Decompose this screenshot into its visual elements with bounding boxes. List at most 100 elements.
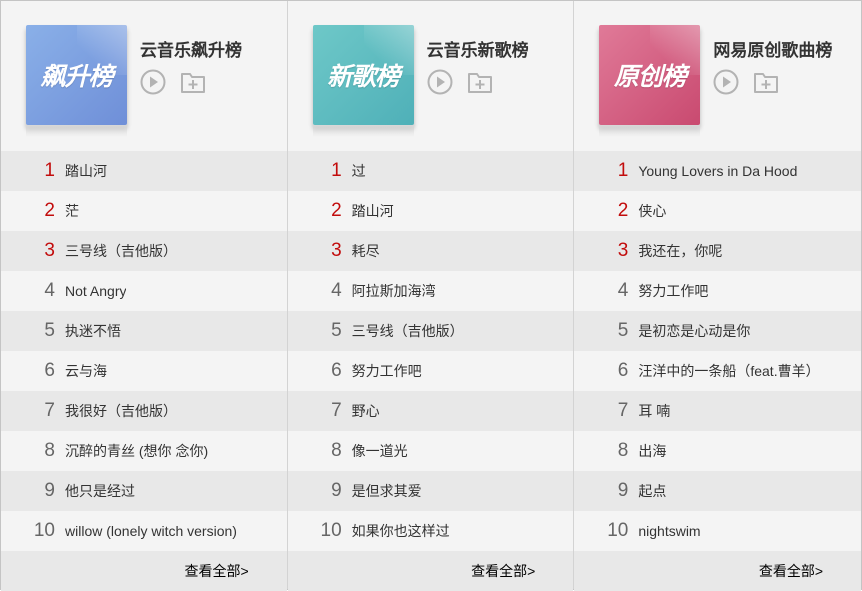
rank-number: 2 (331, 200, 342, 221)
song-row: 2 侠心 (574, 191, 862, 231)
rank-number: 10 (607, 520, 629, 541)
song-title[interactable]: 他只是经过 (65, 481, 135, 501)
rank-number: 6 (44, 360, 55, 381)
song-title[interactable]: 沉醉的青丝 (想你 念你) (65, 441, 208, 461)
rank-number: 1 (44, 160, 55, 181)
song-row: 1 踏山河 (1, 151, 287, 191)
song-title[interactable]: 是但求其爱 (352, 481, 422, 501)
rank-number: 8 (331, 440, 342, 461)
rank-number: 4 (617, 280, 629, 301)
song-title[interactable]: 执迷不悟 (65, 321, 121, 341)
rank-number: 8 (44, 440, 55, 461)
rank-number: 2 (44, 200, 55, 221)
cover-label: 飙升榜 (40, 62, 113, 91)
song-title[interactable]: 努力工作吧 (638, 281, 708, 301)
chart-header: 新歌榜 云音乐新歌榜 (287, 1, 574, 151)
song-row: 7 野心 (287, 391, 574, 431)
song-row: 8 出海 (574, 431, 862, 471)
rank-number: 8 (617, 440, 629, 461)
song-title[interactable]: 侠心 (638, 201, 666, 221)
song-title[interactable]: Not Angry (65, 283, 126, 299)
song-row: 2茫 (1, 191, 287, 231)
song-title[interactable]: 过 (352, 161, 366, 181)
song-title[interactable]: 我还在，你呢 (638, 241, 722, 261)
more-row: 查看全部> (287, 551, 574, 591)
rank-number: 6 (331, 360, 342, 381)
add-folder-icon[interactable] (467, 69, 493, 95)
chart-actions (140, 69, 206, 95)
song-row: 5 是初恋是心动是你 (574, 311, 862, 351)
song-title[interactable]: 如果你也这样过 (352, 521, 450, 541)
add-folder-icon[interactable] (753, 69, 779, 95)
song-title[interactable]: 出海 (638, 441, 666, 461)
song-row: 6 云与海 (1, 351, 287, 391)
view-all-link[interactable]: 查看全部> (184, 561, 248, 581)
song-title[interactable]: Young Lovers in Da Hood (638, 163, 797, 179)
song-title[interactable]: nightswim (638, 523, 700, 539)
rank-number: 2 (617, 200, 629, 221)
chart-header: 飙升榜 云音乐飙升榜 (1, 1, 287, 151)
song-title[interactable]: 三号线（吉他版） (65, 241, 177, 261)
rank-number: 10 (320, 520, 342, 541)
chart-column-new: 新歌榜 云音乐新歌榜 1过 2 踏山河 3 耗尽 4 阿拉斯加海湾 5 三号线（… (287, 1, 575, 591)
song-title[interactable]: 是初恋是心动是你 (638, 321, 750, 341)
song-row: 4 阿拉斯加海湾 (287, 271, 574, 311)
song-title[interactable]: 努力工作吧 (352, 361, 422, 381)
song-row: 4 努力工作吧 (574, 271, 862, 311)
song-list: 1 Young Lovers in Da Hood 2 侠心 3 我还在，你呢 4 努力… (574, 151, 862, 591)
song-row: 3 我还在，你呢 (574, 231, 862, 271)
cover-label: 原创榜 (613, 62, 687, 91)
song-title[interactable]: willow (lonely witch version) (65, 523, 237, 539)
song-row: 10 willow (lonely witch version) (1, 511, 287, 551)
song-row: 2 踏山河 (287, 191, 574, 231)
song-row: 8 沉醉的青丝 (想你 念你) (1, 431, 287, 471)
song-title[interactable]: 云与海 (65, 361, 107, 381)
rank-number: 6 (617, 360, 629, 381)
song-title[interactable]: 耗尽 (352, 241, 380, 261)
song-title[interactable]: 像一道光 (352, 441, 408, 461)
chart-title[interactable]: 云音乐飙升榜 (140, 36, 242, 61)
song-title[interactable]: 起点 (638, 481, 666, 501)
song-title[interactable]: 茫 (65, 201, 79, 221)
play-icon[interactable] (140, 69, 166, 95)
chart-cover[interactable]: 飙升榜 (26, 25, 127, 125)
song-title[interactable]: 汪洋中的一条船（feat.曹羊） (638, 361, 819, 381)
song-title[interactable]: 我很好（吉他版） (65, 401, 177, 421)
song-title[interactable]: 三号线（吉他版） (352, 321, 464, 341)
song-title[interactable]: 野心 (352, 401, 380, 421)
view-all-link[interactable]: 查看全部> (759, 561, 823, 581)
play-icon[interactable] (713, 69, 739, 95)
chart-cover[interactable]: 新歌榜 (312, 25, 414, 125)
view-all-link[interactable]: 查看全部> (471, 561, 535, 581)
rank-number: 5 (617, 320, 629, 341)
rank-number: 7 (44, 400, 55, 421)
chart-title[interactable]: 云音乐新歌榜 (427, 36, 529, 61)
song-row: 5 执迷不悟 (1, 311, 287, 351)
chart-actions (427, 69, 493, 95)
chart-column-original: 原创榜 网易原创歌曲榜 1 Young Lovers in Da Hood 2 侠心… (574, 1, 862, 591)
song-title[interactable]: 阿拉斯加海湾 (352, 281, 436, 301)
rank-number: 4 (44, 280, 55, 301)
rank-number: 3 (617, 240, 629, 261)
add-folder-icon[interactable] (180, 69, 206, 95)
song-title[interactable]: 踏山河 (352, 201, 394, 221)
song-title[interactable]: 耳 喃 (638, 401, 670, 421)
play-icon[interactable] (427, 69, 453, 95)
chart-title[interactable]: 网易原创歌曲榜 (713, 36, 832, 61)
more-row: 查看全部> (1, 551, 287, 591)
rank-number: 1 (617, 160, 629, 181)
song-row: 9 他只是经过 (1, 471, 287, 511)
chart-cover[interactable]: 原创榜 (599, 25, 701, 125)
song-row: 6 汪洋中的一条船（feat.曹羊） (574, 351, 862, 391)
rank-number: 1 (331, 160, 342, 181)
song-row: 6 努力工作吧 (287, 351, 574, 391)
song-list: 1 踏山河 2茫 3 三号线（吉他版） 4 Not Angry 5 执迷不悟 6 云与海 … (1, 151, 287, 591)
cover-shadow (599, 125, 701, 137)
cover-label: 新歌榜 (327, 62, 400, 91)
chart-header: 原创榜 网易原创歌曲榜 (574, 1, 862, 151)
toplist-board: 飙升榜 云音乐飙升榜 1 踏山河 2茫 3 三号线（吉他版） 4 Not Angry (0, 0, 862, 591)
song-title[interactable]: 踏山河 (65, 161, 107, 181)
song-row: 9 是但求其爱 (287, 471, 574, 511)
song-row: 5 三号线（吉他版） (287, 311, 574, 351)
rank-number: 3 (44, 240, 55, 261)
